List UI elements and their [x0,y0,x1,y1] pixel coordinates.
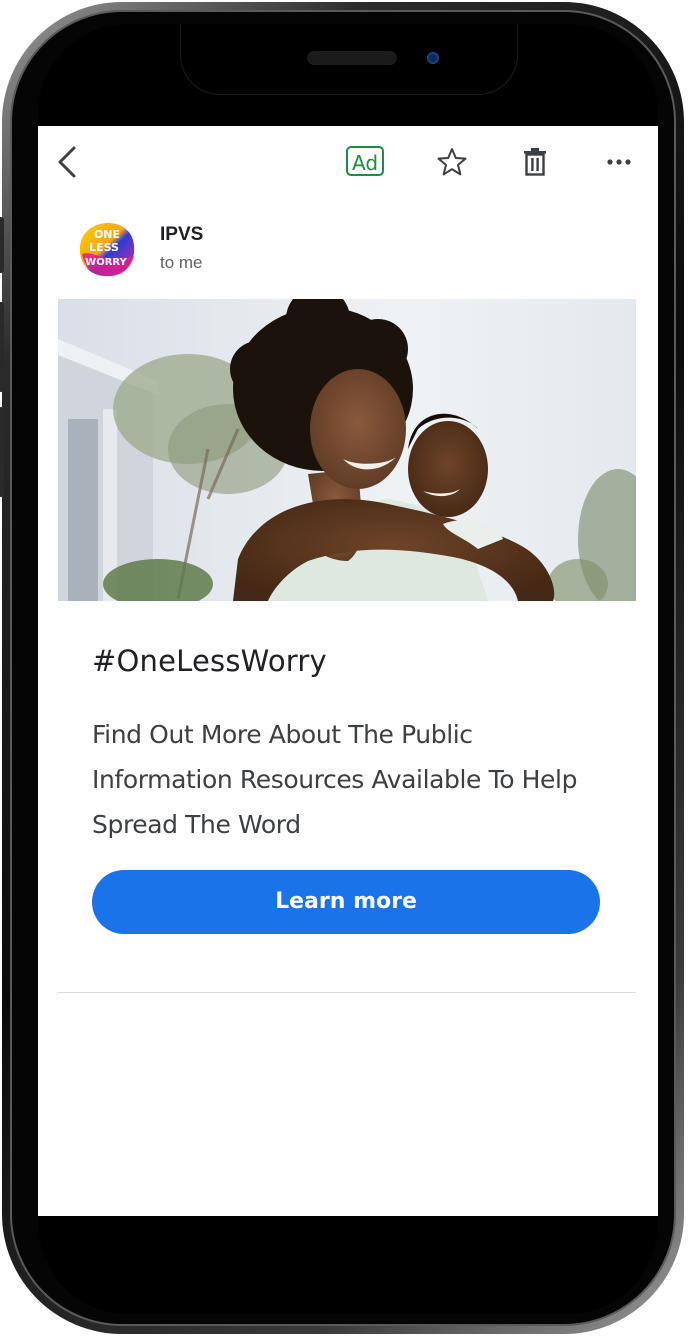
mute-switch [0,217,4,273]
delete-button[interactable] [517,144,553,180]
email-toolbar: Ad [38,126,658,198]
earpiece-speaker [307,51,397,65]
sender-avatar[interactable]: ONE LESS WORRY [78,220,136,278]
star-button[interactable] [434,144,470,180]
hero-photo [58,299,636,601]
recipient-label[interactable]: to me [160,253,203,273]
star-outline-icon [437,148,467,176]
learn-more-button[interactable]: Learn more [92,870,600,934]
more-options-button[interactable] [601,144,637,180]
sender-header: ONE LESS WORRY IPVS to me [78,220,638,280]
logo-word-worry: WORRY [85,257,127,268]
trash-icon [524,148,546,176]
ad-badge: Ad [346,146,384,176]
divider [58,992,636,993]
volume-down-button [0,407,4,497]
back-button[interactable] [52,144,82,180]
logo-word-one: ONE [94,228,120,241]
ad-body-text: Find Out More About The Public Informati… [92,720,578,839]
email-view: Ad ONE LESS WORRY IPVS to me #OneLessWor… [38,126,658,1216]
front-camera [427,52,439,64]
sender-name[interactable]: IPVS [160,224,203,246]
volume-up-button [0,302,4,392]
logo-word-less: LESS [89,241,119,254]
chevron-left-icon [58,146,76,178]
more-horizontal-icon [607,159,631,165]
ad-hero-image[interactable] [58,299,636,601]
ad-headline: #OneLessWorry [92,644,327,678]
